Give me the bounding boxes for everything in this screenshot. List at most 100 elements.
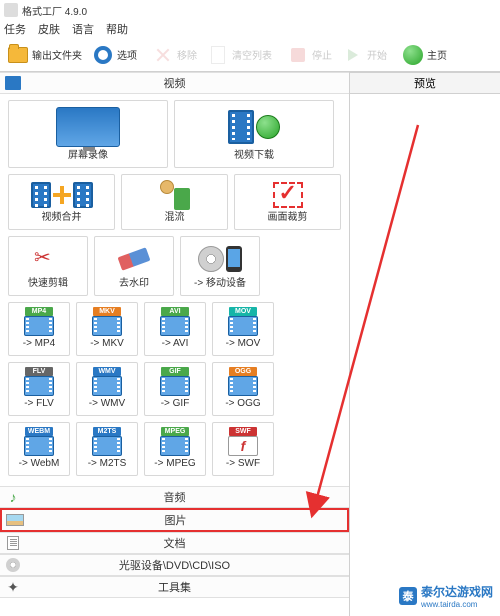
- menu-skin[interactable]: 皮肤: [38, 21, 60, 37]
- titlebar: 格式工厂 4.9.0: [0, 0, 500, 20]
- menubar: 任务 皮肤 语言 帮助: [0, 20, 500, 38]
- tb-start[interactable]: 开始: [339, 44, 390, 66]
- tile-mkv[interactable]: MKV-> MKV: [76, 302, 138, 356]
- watermark: 泰 泰尔达游戏网 www.tairda.com: [396, 582, 496, 610]
- tile-flv[interactable]: FLV -> FLV: [8, 362, 70, 416]
- app-title: 格式工厂 4.9.0: [22, 3, 87, 18]
- convert-icon: [160, 180, 190, 210]
- tile-swf[interactable]: SWFf-> SWF: [212, 422, 274, 476]
- right-panel: 预览: [350, 72, 500, 616]
- delete-icon: [152, 44, 174, 66]
- tile-screen-record[interactable]: 屏幕录像: [8, 100, 168, 168]
- tb-stop[interactable]: 停止: [284, 44, 335, 66]
- tag: FLV: [25, 367, 53, 376]
- cat-toolkit-label: 工具集: [26, 579, 349, 595]
- eraser-icon: [118, 247, 151, 270]
- tile-mpeg[interactable]: MPEG -> MPEG: [144, 422, 206, 476]
- tb-clear-label: 清空列表: [232, 47, 272, 62]
- label: -> WebM: [19, 457, 60, 471]
- tag: M2TS: [93, 427, 121, 436]
- label: -> FLV: [24, 397, 54, 411]
- menu-lang[interactable]: 语言: [72, 21, 94, 37]
- label: 混流: [165, 211, 185, 225]
- tb-home[interactable]: 主页: [399, 44, 450, 66]
- tb-stop-label: 停止: [312, 47, 332, 62]
- label: -> OGG: [225, 397, 260, 411]
- label: -> SWF: [226, 457, 260, 471]
- preview-tab[interactable]: 预览: [350, 72, 500, 94]
- film-icon: [31, 182, 51, 208]
- tb-remove[interactable]: 移除: [149, 44, 200, 66]
- tile-gif[interactable]: GIF-> GIF: [144, 362, 206, 416]
- tb-clear[interactable]: 清空列表: [204, 44, 275, 66]
- cat-document-label: 文档: [26, 535, 349, 551]
- watermark-logo: 泰: [399, 587, 417, 605]
- tb-options[interactable]: 选项: [89, 44, 140, 66]
- label: -> MP4: [23, 337, 56, 351]
- tb-output-folder[interactable]: 输出文件夹: [4, 44, 85, 66]
- cat-image-label: 图片: [28, 512, 347, 528]
- label: 屏幕录像: [68, 149, 108, 163]
- label: -> 移动设备: [194, 277, 246, 291]
- watermark-site-name: 泰尔达游戏网: [421, 583, 493, 600]
- tag: WEBM: [25, 427, 53, 436]
- film-icon: [73, 182, 93, 208]
- workspace: 视频 屏幕录像 视频下载 视频合并 混流: [0, 72, 500, 616]
- plus-icon: [53, 186, 71, 204]
- tag: SWF: [229, 427, 257, 436]
- disc-icon: [198, 246, 224, 272]
- cat-toolkit[interactable]: ✦ 工具集: [0, 576, 349, 598]
- tile-ogg[interactable]: OGG-> OGG: [212, 362, 274, 416]
- tag: MP4: [25, 307, 53, 316]
- tile-avi[interactable]: AVI-> AVI: [144, 302, 206, 356]
- photo-icon: [2, 514, 28, 526]
- tile-mobile[interactable]: -> 移动设备: [180, 236, 260, 296]
- tile-crop[interactable]: 画面裁剪: [234, 174, 341, 230]
- tile-m2ts[interactable]: M2TS -> M2TS: [76, 422, 138, 476]
- cat-document[interactable]: 文档: [0, 532, 349, 554]
- label: 视频下载: [234, 149, 274, 163]
- tile-mix[interactable]: 混流: [121, 174, 228, 230]
- clear-icon: [207, 44, 229, 66]
- tag: AVI: [161, 307, 189, 316]
- cat-image[interactable]: 图片: [0, 508, 349, 532]
- tile-webm[interactable]: WEBM -> WebM: [8, 422, 70, 476]
- separator: [394, 43, 395, 67]
- globe-icon: [256, 115, 280, 139]
- document-icon: [0, 536, 26, 550]
- label: 快速剪辑: [28, 277, 68, 291]
- tile-remove-watermark[interactable]: 去水印: [94, 236, 174, 296]
- tile-mov[interactable]: MOV -> MOV: [212, 302, 274, 356]
- cat-audio[interactable]: ♪ 音频: [0, 486, 349, 508]
- preview-label: 预览: [414, 75, 436, 91]
- label: 画面裁剪: [268, 211, 308, 225]
- folder-icon: [7, 44, 29, 66]
- gear-icon: [92, 44, 114, 66]
- tag: MOV: [229, 307, 257, 316]
- cat-audio-label: 音频: [26, 489, 349, 505]
- label: -> WMV: [89, 397, 125, 411]
- cat-disc[interactable]: 光驱设备\DVD\CD\ISO: [0, 554, 349, 576]
- label: -> MOV: [226, 337, 261, 351]
- category-panel: 视频 屏幕录像 视频下载 视频合并 混流: [0, 72, 350, 616]
- tile-video-download[interactable]: 视频下载: [174, 100, 334, 168]
- menu-task[interactable]: 任务: [4, 21, 26, 37]
- label: -> MPEG: [154, 457, 195, 471]
- film-icon: [228, 110, 254, 144]
- tag: MPEG: [161, 427, 189, 436]
- tile-quick-cut[interactable]: 快速剪辑: [8, 236, 88, 296]
- tag: MKV: [93, 307, 121, 316]
- play-icon: [342, 44, 364, 66]
- cat-video-label: 视频: [26, 75, 349, 91]
- label: -> M2TS: [88, 457, 127, 471]
- cat-video[interactable]: 视频: [0, 72, 349, 94]
- menu-help[interactable]: 帮助: [106, 21, 128, 37]
- cat-disc-label: 光驱设备\DVD\CD\ISO: [26, 557, 349, 573]
- tile-video-merge[interactable]: 视频合并: [8, 174, 115, 230]
- tile-wmv[interactable]: WMV-> WMV: [76, 362, 138, 416]
- monitor-icon: [56, 107, 120, 147]
- tile-mp4[interactable]: MP4 -> MP4: [8, 302, 70, 356]
- tb-home-label: 主页: [427, 47, 447, 62]
- tb-output-label: 输出文件夹: [32, 47, 82, 62]
- toolbar: 输出文件夹 选项 移除 清空列表 停止 开始 主页: [0, 38, 500, 72]
